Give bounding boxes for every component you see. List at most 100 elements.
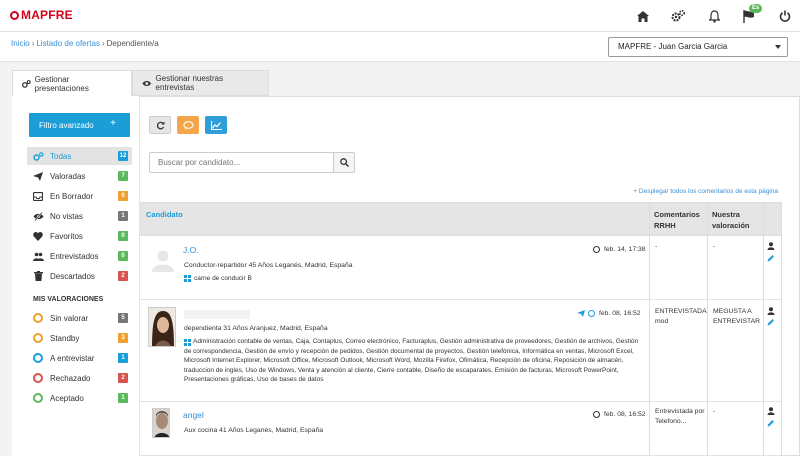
candidate-skills: carne de conducir B: [184, 275, 252, 282]
hr-comment: Entrevistada por Telefono...: [655, 408, 705, 425]
column-divider: [763, 202, 764, 456]
plus-icon: +: [110, 118, 116, 129]
search-icon: [339, 158, 349, 167]
skills-text: Administración contable de ventas, Caja,…: [184, 338, 639, 383]
tab-gestionar-entrevistas[interactable]: Gestionar nuestras entrevistas: [132, 70, 269, 96]
row-date: feb. 08, 16:52: [577, 310, 641, 317]
count-badge: 1: [118, 393, 128, 403]
refresh-button[interactable]: [149, 116, 171, 134]
mapfre-logo[interactable]: MAPFRE: [10, 8, 73, 22]
sidebar-item-sin-valorar[interactable]: Sin valorar 5: [27, 309, 132, 327]
date-text: feb. 08, 16:52: [604, 411, 646, 418]
search-button[interactable]: [333, 152, 355, 173]
users-icon: [32, 252, 44, 261]
language-badge[interactable]: Es: [749, 4, 763, 13]
chevron-down-icon: [775, 45, 781, 49]
breadcrumb-current: Dependiente/a: [106, 39, 159, 48]
eye-icon: [142, 80, 152, 86]
clock-icon: [593, 411, 600, 418]
user-icon[interactable]: [767, 407, 775, 415]
date-text: feb. 14, 17:38: [604, 246, 646, 253]
candidate-info: Aux cocina 41 Años Leganés, Madrid, Espa…: [184, 427, 324, 434]
sidebar-item-entrevistados[interactable]: Entrevistados 0: [27, 247, 132, 265]
count-badge: 5: [118, 313, 128, 323]
pencil-icon[interactable]: [767, 254, 775, 262]
candidate-info: dependienta 31 Años Aranjuez, Madrid, Es…: [184, 325, 328, 332]
bell-icon[interactable]: [707, 9, 721, 23]
count-badge: 1: [118, 211, 128, 221]
account-select-value: MAPFRE - Juan Garcia Garcia: [618, 42, 728, 51]
row-date: feb. 14, 17:38: [593, 246, 646, 253]
candidate-info: Conductor-repartidor 45 Años Leganés, Ma…: [184, 262, 353, 269]
breadcrumb-listado[interactable]: Listado de ofertas: [36, 39, 100, 48]
power-icon[interactable]: [778, 9, 792, 23]
user-icon[interactable]: [767, 242, 775, 250]
count-badge: 0: [118, 191, 128, 201]
candidate-photo: [148, 307, 176, 347]
column-divider: [649, 202, 650, 456]
sidebar-item-standby[interactable]: Standby 3: [27, 329, 132, 347]
our-rating: -: [713, 243, 716, 250]
count-badge: 3: [118, 333, 128, 343]
account-select[interactable]: MAPFRE - Juan Garcia Garcia: [608, 37, 788, 57]
our-rating: -: [713, 408, 716, 415]
sidebar-item-a-entrevistar[interactable]: A entrevistar 1: [27, 349, 132, 367]
skills-text: carne de conducir B: [194, 275, 252, 282]
candidate-name-hidden: [184, 310, 250, 319]
clock-icon: [588, 310, 595, 317]
column-divider: [707, 202, 708, 456]
heart-icon: [32, 231, 44, 241]
search-input[interactable]: [149, 152, 334, 173]
advanced-filter-button[interactable]: Filtro avanzado +: [29, 113, 130, 137]
pencil-icon[interactable]: [767, 318, 775, 326]
gears-icon[interactable]: [671, 9, 685, 23]
section-title-mis-valoraciones: MIS VALORACIONES: [33, 296, 104, 303]
sidebar-item-en-borrador[interactable]: En Borrador 0: [27, 187, 132, 205]
count-badge: 2: [118, 271, 128, 281]
sidebar-item-todas[interactable]: Todas 12: [27, 147, 132, 165]
sidebar-item-favoritos[interactable]: Favoritos 0: [27, 227, 132, 245]
paper-plane-icon: [32, 171, 44, 181]
pencil-icon[interactable]: [767, 419, 775, 427]
user-icon[interactable]: [767, 307, 775, 315]
paper-plane-icon: [577, 310, 585, 317]
advanced-filter-label: Filtro avanzado: [39, 120, 94, 130]
column-divider: [781, 202, 782, 456]
avatar-placeholder-icon: [151, 248, 174, 274]
trash-icon: [32, 271, 44, 281]
ring-icon: [32, 353, 44, 363]
candidate-name-link[interactable]: J.O.: [183, 245, 199, 255]
header-candidato[interactable]: Candidato: [146, 209, 183, 220]
date-text: feb. 08, 16:52: [599, 310, 641, 317]
sidebar-item-rechazado[interactable]: Rechazado 2: [27, 369, 132, 387]
gears-icon: [32, 151, 44, 161]
candidate-photo: [152, 408, 170, 438]
tab-label: Gestionar presentaciones: [34, 74, 89, 93]
ring-icon: [32, 333, 44, 343]
count-badge: 2: [118, 373, 128, 383]
sidebar-item-no-vistas[interactable]: No vistas 1: [27, 207, 132, 225]
table-header: Candidato Comentarios RRHH Nuestra valor…: [140, 202, 782, 236]
logo-text: MAPFRE: [21, 8, 73, 22]
tab-gestionar-presentaciones[interactable]: Gestionar presentaciones: [12, 70, 132, 96]
chart-button[interactable]: [205, 116, 227, 134]
count-badge: 1: [118, 353, 128, 363]
eye-slash-icon: [32, 211, 44, 221]
ring-icon: [32, 393, 44, 403]
candidate-name-link[interactable]: angel: [183, 410, 204, 420]
breadcrumb: Inicio › Listado de ofertas › Dependiente/a: [11, 39, 159, 48]
sidebar-item-descartados[interactable]: Descartados 2: [27, 267, 132, 285]
comment-icon: [182, 120, 194, 130]
line-chart-icon: [210, 120, 222, 130]
sidebar-item-valoradas[interactable]: Valoradas 7: [27, 167, 132, 185]
count-badge: 0: [118, 231, 128, 241]
tab-label: Gestionar nuestras entrevistas: [155, 74, 224, 92]
home-icon[interactable]: [636, 9, 650, 23]
logo-mark-icon: [10, 10, 19, 20]
inbox-icon: [32, 191, 44, 201]
count-badge: 12: [118, 151, 128, 161]
expand-comments-link[interactable]: + Desplegar todos los comentarios de est…: [633, 188, 778, 195]
breadcrumb-inicio[interactable]: Inicio: [11, 39, 30, 48]
comment-button[interactable]: [177, 116, 199, 134]
sidebar-item-aceptado[interactable]: Aceptado 1: [27, 389, 132, 407]
